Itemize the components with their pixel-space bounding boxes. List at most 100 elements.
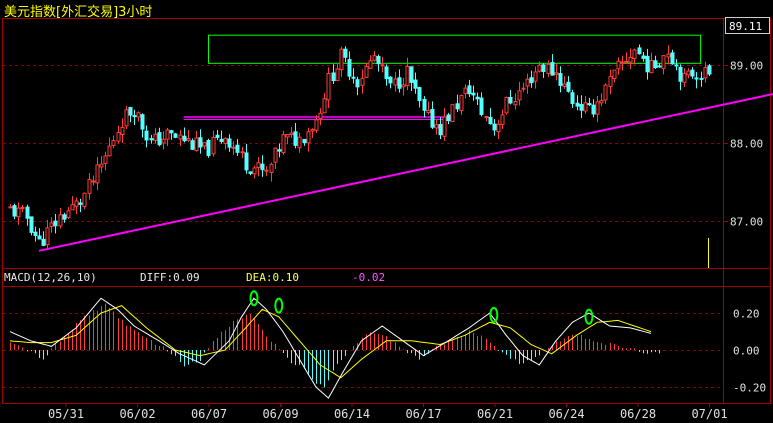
candle-body bbox=[326, 73, 331, 101]
candle-body bbox=[302, 138, 307, 144]
candle-body bbox=[401, 84, 406, 88]
candle-body bbox=[244, 152, 249, 171]
candle-body bbox=[570, 92, 575, 104]
candle-body bbox=[33, 231, 38, 236]
candle-body bbox=[186, 138, 191, 141]
candle-body bbox=[219, 138, 224, 142]
candle-body bbox=[608, 76, 613, 87]
x-tick-label: 06/21 bbox=[477, 407, 513, 421]
candle-body bbox=[529, 77, 534, 84]
candle-body bbox=[504, 97, 509, 114]
candle-body bbox=[587, 103, 592, 106]
candle-body bbox=[223, 137, 228, 144]
candle-body bbox=[87, 178, 92, 194]
candle-body bbox=[25, 206, 30, 219]
candle-body bbox=[591, 104, 596, 115]
candle-body bbox=[595, 101, 600, 115]
candle-body bbox=[339, 48, 344, 71]
candle-body bbox=[132, 115, 137, 118]
candle-body bbox=[525, 78, 530, 87]
candle-body bbox=[37, 235, 42, 240]
candle-body bbox=[260, 163, 265, 171]
candle-body bbox=[508, 96, 513, 104]
candle-body bbox=[82, 192, 87, 207]
candle-body bbox=[484, 116, 489, 119]
candle-body bbox=[165, 129, 170, 140]
candle-body bbox=[686, 70, 691, 76]
price-tick-label: 89.00 bbox=[730, 60, 763, 73]
candle-body bbox=[273, 147, 278, 163]
candle-body bbox=[310, 129, 315, 132]
candle-body bbox=[74, 200, 79, 207]
x-tick-label: 06/24 bbox=[548, 407, 584, 421]
candle-body bbox=[517, 90, 522, 101]
candle-body bbox=[388, 76, 393, 84]
chart-title: 美元指数[外汇交易]3小时 bbox=[4, 5, 153, 20]
candle-body bbox=[194, 137, 199, 152]
candle-body bbox=[202, 142, 207, 147]
candle-body bbox=[409, 66, 414, 83]
candle-body bbox=[632, 49, 637, 59]
candle-body bbox=[66, 210, 71, 218]
candle-body bbox=[624, 60, 629, 63]
candle-body bbox=[599, 100, 604, 104]
x-tick-label: 05/31 bbox=[48, 407, 84, 421]
candle-body bbox=[264, 169, 269, 172]
x-tick-label: 06/09 bbox=[262, 407, 298, 421]
candle-body bbox=[140, 114, 145, 130]
candle-body bbox=[355, 79, 360, 88]
macd-tick-label: 0.20 bbox=[733, 308, 760, 321]
candle-body bbox=[124, 109, 129, 127]
candle-body bbox=[248, 171, 253, 174]
macd-tick-label: -0.20 bbox=[733, 382, 766, 395]
candle-body bbox=[422, 98, 427, 111]
candle-body bbox=[450, 104, 455, 122]
candle-body bbox=[256, 162, 261, 168]
candle-body bbox=[455, 103, 460, 110]
candle-body bbox=[666, 53, 671, 58]
candle-body bbox=[111, 140, 116, 146]
x-tick-label: 06/14 bbox=[334, 407, 370, 421]
candle-body bbox=[173, 133, 178, 138]
candle-body bbox=[438, 124, 443, 136]
macd-diff-value: DIFF:0.09 bbox=[140, 271, 200, 284]
candle-body bbox=[583, 102, 588, 112]
candle-body bbox=[434, 124, 439, 129]
candle-body bbox=[78, 202, 83, 205]
candle-body bbox=[661, 55, 666, 69]
candle-body bbox=[306, 131, 311, 144]
candle-body bbox=[637, 47, 642, 55]
candle-body bbox=[620, 61, 625, 64]
candle-body bbox=[182, 135, 187, 142]
candle-body bbox=[430, 108, 435, 128]
candle-body bbox=[211, 136, 216, 155]
candle-body bbox=[235, 144, 240, 153]
candle-body bbox=[463, 87, 468, 95]
chart-canvas[interactable]: 87.00 88.00 89.00 89.11 0.20 0.00 -0.20 05/31 06… bbox=[0, 0, 773, 423]
candle-body bbox=[442, 116, 447, 137]
candle-body bbox=[107, 145, 112, 157]
candle-body bbox=[293, 131, 298, 146]
candle-body bbox=[360, 77, 365, 86]
candle-body bbox=[120, 126, 125, 135]
candle-body bbox=[136, 112, 141, 118]
candle-body bbox=[566, 81, 571, 92]
current-price-label: 89.11 bbox=[729, 20, 762, 33]
candle-body bbox=[550, 62, 555, 76]
candle-body bbox=[206, 140, 211, 156]
candle-body bbox=[641, 55, 646, 59]
x-tick-label: 07/01 bbox=[691, 407, 727, 421]
macd-tick-label: 0.00 bbox=[733, 345, 760, 358]
candle-body bbox=[579, 103, 584, 111]
x-tick-label: 06/07 bbox=[191, 407, 227, 421]
price-tick-label: 88.00 bbox=[730, 138, 763, 151]
cross-marker bbox=[274, 297, 284, 314]
candle-body bbox=[678, 66, 683, 82]
candle-body bbox=[49, 222, 54, 228]
candle-body bbox=[314, 119, 319, 131]
candle-body bbox=[297, 136, 302, 149]
candle-body bbox=[8, 206, 13, 209]
candle-body bbox=[380, 64, 385, 67]
candle-body bbox=[479, 97, 484, 115]
candle-body bbox=[628, 56, 633, 63]
